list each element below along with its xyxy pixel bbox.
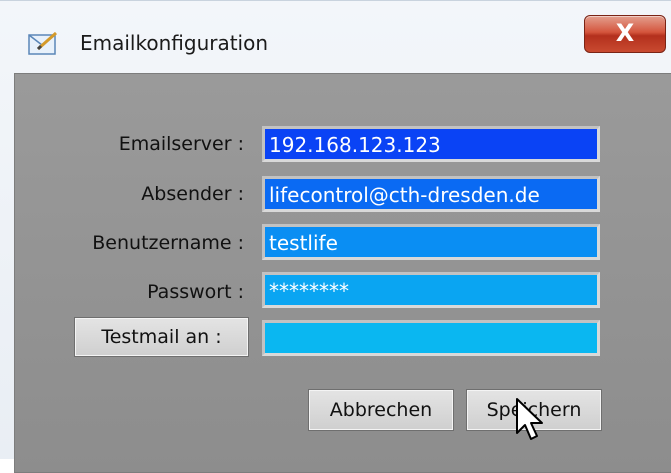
- close-icon: X: [615, 19, 635, 47]
- cancel-button[interactable]: Abbrechen: [308, 389, 454, 431]
- passwort-field[interactable]: ********: [262, 272, 600, 308]
- absender-field[interactable]: lifecontrol@cth-dresden.de: [262, 176, 600, 212]
- email-config-icon: [28, 32, 57, 55]
- emailserver-field[interactable]: 192.168.123.123: [262, 126, 600, 162]
- testmail-field[interactable]: [262, 320, 600, 356]
- passwort-label: Passwort :: [147, 281, 244, 303]
- email-config-window: Emailkonfiguration X Emailserver : 192.1…: [0, 0, 671, 473]
- save-button[interactable]: Speichern: [466, 389, 602, 431]
- testmail-button[interactable]: Testmail an :: [74, 317, 249, 357]
- benutzername-field[interactable]: testlife: [262, 224, 600, 260]
- absender-label: Absender :: [141, 183, 244, 205]
- close-button[interactable]: X: [584, 15, 666, 53]
- window-title: Emailkonfiguration: [80, 31, 269, 55]
- benutzername-label: Benutzername :: [92, 232, 244, 254]
- emailserver-label: Emailserver :: [118, 133, 244, 155]
- title-bar: Emailkonfiguration X: [0, 1, 671, 69]
